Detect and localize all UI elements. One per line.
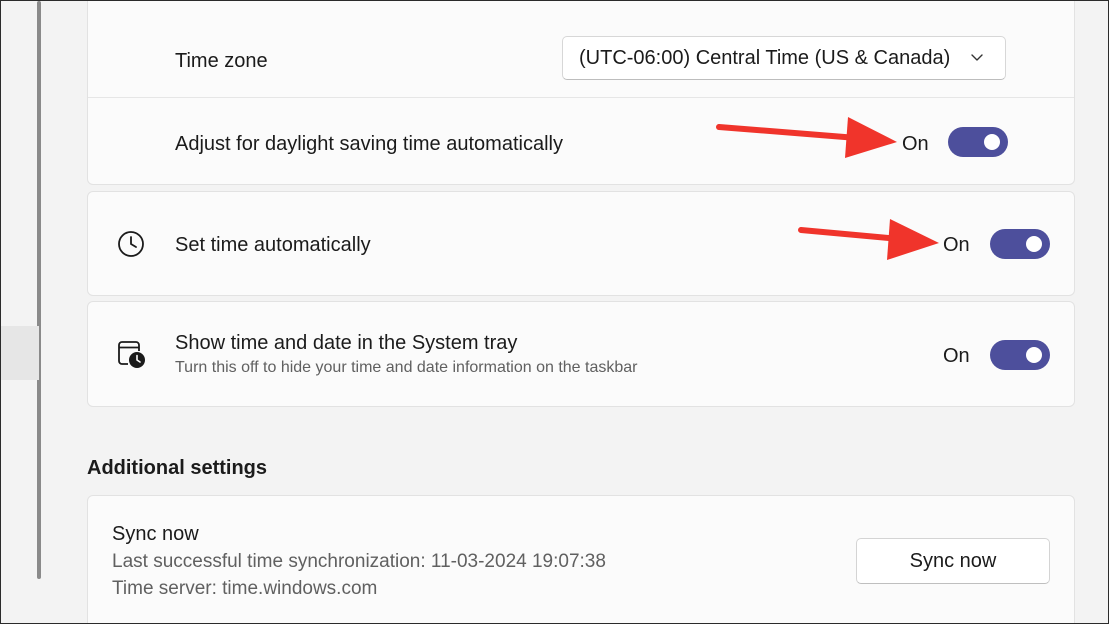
daylight-saving-label: Adjust for daylight saving time automati… [175, 133, 563, 155]
toggle-knob [1026, 347, 1042, 363]
set-time-toggle[interactable] [990, 229, 1050, 259]
calendar-clock-icon [118, 341, 145, 368]
set-time-label: Set time automatically [175, 234, 371, 256]
time-zone-dropdown[interactable]: (UTC-06:00) Central Time (US & Canada) [562, 36, 1006, 80]
daylight-saving-toggle[interactable] [948, 127, 1008, 157]
set-time-state: On [943, 234, 970, 256]
system-tray-state: On [943, 345, 970, 367]
sync-title: Sync now [112, 523, 199, 545]
row-divider [88, 97, 1074, 98]
toggle-knob [984, 134, 1000, 150]
clock-icon [118, 231, 144, 257]
scrollbar[interactable] [37, 1, 41, 579]
time-zone-label: Time zone [175, 50, 268, 72]
time-zone-value: (UTC-06:00) Central Time (US & Canada) [579, 46, 951, 69]
system-tray-description: Turn this off to hide your time and date… [175, 359, 638, 376]
chevron-down-icon [971, 54, 983, 61]
last-sync-text: Last successful time synchronization: 11… [112, 551, 606, 572]
section-title: Additional settings [87, 457, 267, 479]
time-server-text: Time server: time.windows.com [112, 578, 378, 599]
sync-card: Sync now Last successful time synchroniz… [87, 495, 1075, 623]
system-tray-toggle[interactable] [990, 340, 1050, 370]
settings-window: Time zone (UTC-06:00) Central Time (US &… [0, 0, 1109, 624]
system-tray-card: Show time and date in the System tray Tu… [87, 301, 1075, 407]
system-tray-label: Show time and date in the System tray [175, 332, 518, 354]
toggle-knob [1026, 236, 1042, 252]
daylight-saving-state: On [902, 133, 929, 155]
nav-item-selected[interactable] [1, 326, 39, 380]
sync-now-button[interactable]: Sync now [856, 538, 1050, 584]
time-zone-card: Time zone (UTC-06:00) Central Time (US &… [87, 1, 1075, 185]
set-time-card: Set time automatically On [87, 191, 1075, 296]
